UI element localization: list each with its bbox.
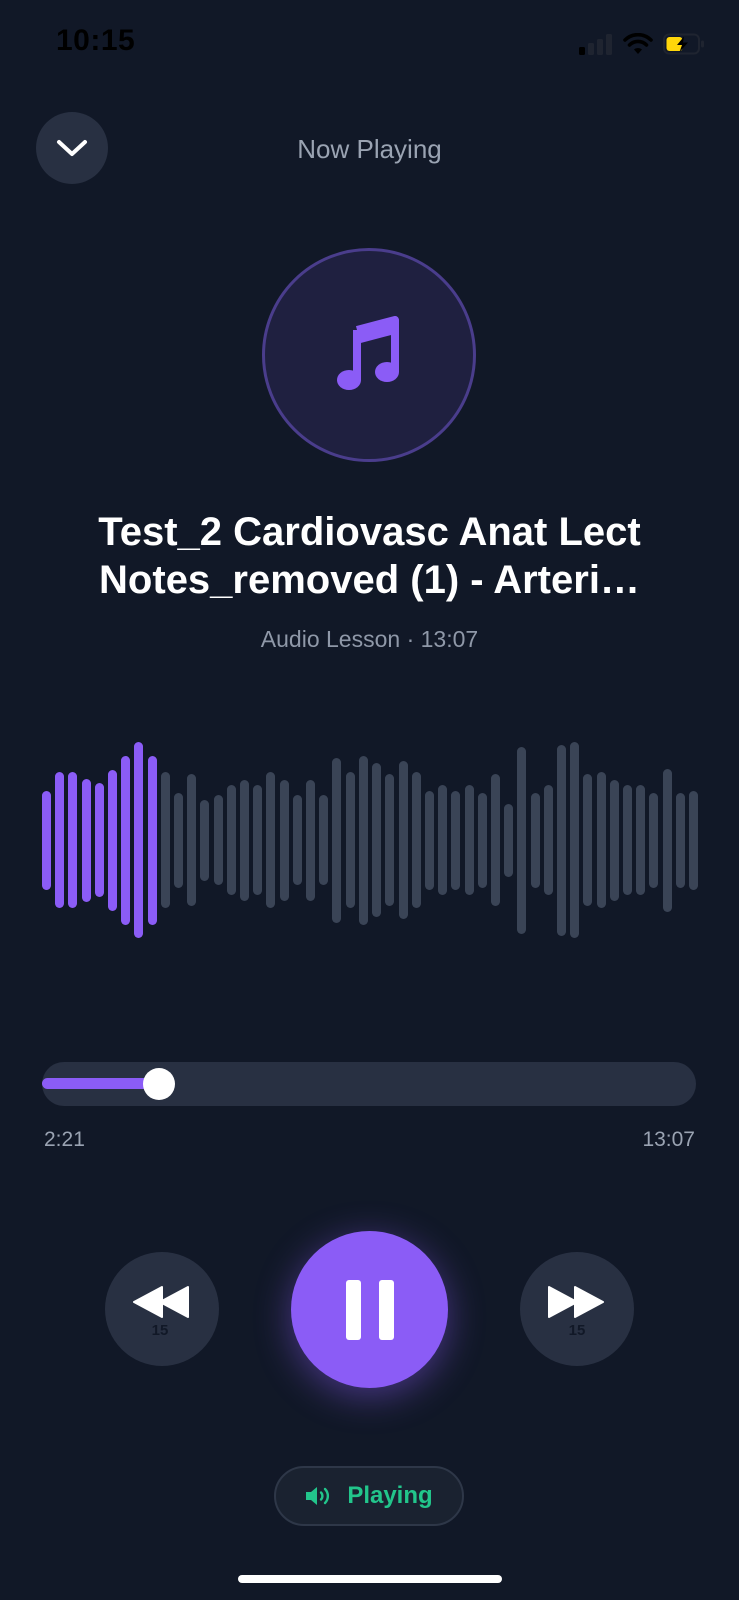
skip-forward-button[interactable]: 15	[520, 1252, 634, 1366]
waveform-bar	[385, 774, 394, 906]
waveform-bar	[570, 742, 579, 938]
track-title: Test_2 Cardiovasc Anat Lect Notes_remove…	[98, 510, 641, 602]
battery-icon	[663, 33, 704, 55]
waveform-bar	[649, 793, 658, 888]
pause-button[interactable]	[291, 1231, 448, 1388]
rewind-icon	[133, 1286, 189, 1318]
waveform-bar	[55, 772, 64, 908]
progress-knob[interactable]	[143, 1068, 175, 1100]
waveform-bar	[174, 793, 183, 888]
waveform-bar	[240, 780, 249, 901]
waveform-bar	[148, 756, 157, 925]
waveform-bar	[121, 756, 130, 925]
waveform-bar	[597, 772, 606, 908]
playback-status-label: Playing	[347, 1482, 433, 1509]
waveform-bar	[306, 780, 315, 901]
waveform-bar	[438, 785, 447, 895]
waveform-bar	[478, 793, 487, 888]
track-meta: Audio Lesson · 13:07	[260, 626, 479, 652]
waveform-bar	[557, 745, 566, 936]
waveform-bar	[161, 772, 170, 908]
home-indicator[interactable]	[238, 1575, 502, 1583]
waveform-bar	[544, 785, 553, 895]
waveform-bar	[451, 791, 460, 890]
waveform-bar	[491, 774, 500, 906]
waveform-bar	[636, 785, 645, 895]
waveform-bar	[663, 769, 672, 912]
status-bar: 10:15	[0, 0, 739, 90]
waveform-bar	[253, 785, 262, 895]
waveform-bar	[399, 761, 408, 919]
playback-status-badge: Playing	[274, 1466, 464, 1526]
waveform[interactable]	[42, 730, 698, 950]
progress-slider[interactable]	[42, 1062, 696, 1106]
music-note-icon	[337, 316, 399, 390]
waveform-bar	[531, 793, 540, 888]
waveform-bar	[108, 770, 117, 911]
waveform-bar	[42, 791, 51, 890]
waveform-bar	[293, 795, 302, 885]
waveform-bar	[504, 804, 513, 877]
speaker-icon	[306, 1487, 330, 1505]
waveform-bar	[214, 795, 223, 885]
waveform-bar	[412, 772, 421, 908]
waveform-bar	[346, 772, 355, 908]
elapsed-time: 2:21	[44, 1128, 85, 1151]
status-time: 10:15	[56, 24, 136, 57]
waveform-bar	[610, 780, 619, 901]
waveform-bar	[517, 747, 526, 934]
skip-back-button[interactable]: 15	[105, 1252, 219, 1366]
waveform-bar	[465, 785, 474, 895]
waveform-bar	[372, 763, 381, 917]
waveform-bar	[319, 795, 328, 885]
cellular-signal-icon	[579, 34, 612, 55]
waveform-bar	[68, 772, 77, 908]
waveform-bar	[332, 758, 341, 923]
waveform-bar	[227, 785, 236, 895]
progress-fill	[42, 1078, 159, 1089]
waveform-bar	[623, 785, 632, 895]
pause-icon	[345, 1279, 394, 1340]
skip-back-seconds: 15	[151, 1322, 169, 1339]
waveform-bar	[134, 742, 143, 938]
fast-forward-icon	[548, 1286, 604, 1318]
waveform-bar	[583, 774, 592, 906]
waveform-bar	[95, 783, 104, 897]
total-time: 13:07	[642, 1128, 695, 1151]
header: Now Playing	[0, 112, 739, 184]
waveform-bar	[425, 791, 434, 890]
wifi-icon	[623, 33, 653, 54]
waveform-bar	[676, 793, 685, 888]
skip-forward-seconds: 15	[568, 1322, 586, 1339]
album-artwork	[262, 248, 476, 462]
waveform-bar	[689, 791, 698, 890]
page-title: Now Playing	[297, 134, 442, 164]
waveform-bar	[187, 774, 196, 906]
waveform-bar	[359, 756, 368, 925]
waveform-bar	[200, 800, 209, 881]
waveform-bar	[82, 779, 91, 902]
waveform-bar	[280, 780, 289, 901]
waveform-bar	[266, 772, 275, 908]
status-icons	[579, 30, 705, 58]
